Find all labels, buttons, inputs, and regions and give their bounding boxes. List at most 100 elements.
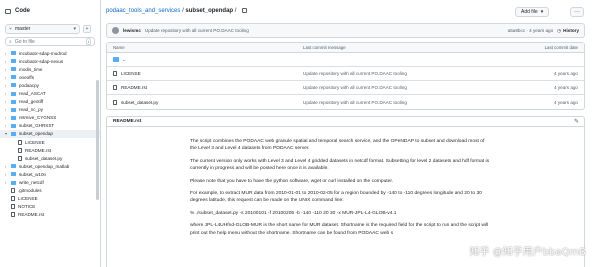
tree-item[interactable]: › incubator-sdap-nexus — [0, 57, 100, 65]
column-header-name: Name — [113, 45, 125, 50]
readme-title[interactable]: README.rst — [113, 119, 141, 124]
file-icon — [11, 204, 15, 210]
tree-item[interactable]: README.rst — [0, 146, 100, 154]
column-header-message: Last commit message — [303, 45, 346, 50]
branch-selector[interactable]: ⑂ master ▾ — [5, 24, 80, 34]
table-row[interactable]: subset_dataset.py Update repository with … — [107, 95, 584, 109]
chevron-right-icon: › — [5, 180, 7, 186]
parent-directory-link[interactable]: .. — [123, 57, 126, 62]
tree-item-label: subset_opendap — [19, 131, 53, 137]
pencil-icon[interactable]: ✎ — [574, 118, 579, 125]
file-name-link[interactable]: README.rst — [121, 85, 147, 90]
breadcrumb-repo-link[interactable]: podaac_tools_and_services — [106, 8, 180, 14]
tree-item[interactable]: LICENSE — [0, 138, 100, 146]
file-icon — [18, 139, 22, 145]
file-commit-message[interactable]: Update repository with all current PO.DA… — [303, 100, 407, 105]
tree-item[interactable]: › write_netcdf — [0, 179, 100, 187]
chevron-right-icon: › — [5, 58, 7, 64]
tree-item-label: subset_opendap_matlab — [19, 163, 70, 169]
table-row[interactable]: LICENSE Update repository with all curren… — [107, 67, 584, 81]
go-to-file-input[interactable]: ⌕ Go to file t — [5, 37, 95, 46]
readme-paragraph: The current version only works with Leve… — [190, 158, 490, 172]
sidebar-scrollbar[interactable] — [96, 80, 99, 200]
folder-icon — [11, 83, 16, 88]
tree-item[interactable]: › retreive_CYGNSS — [0, 114, 100, 122]
folder-icon — [11, 115, 16, 120]
breadcrumb: podaac_tools_and_services / subset_opend… — [106, 8, 248, 15]
file-commit-message[interactable]: Update repository with all current PO.DA… — [303, 85, 407, 90]
tree-item[interactable]: › subset_w10n — [0, 170, 100, 178]
file-list-header: Name Last commit message Last commit dat… — [107, 43, 584, 53]
parent-directory-row[interactable]: .. — [107, 53, 584, 67]
chevron-right-icon: › — [5, 50, 7, 56]
tree-item-label: LICENSE — [18, 196, 38, 202]
tree-item[interactable]: ▾ subset_opendap — [0, 129, 100, 139]
copy-path-icon[interactable] — [242, 8, 248, 13]
readme-paragraph: where JPL-L4UHfnd-GLOB-MUR is the short … — [190, 223, 489, 236]
tree-item[interactable]: README.rst — [0, 211, 100, 219]
tree-item[interactable]: LICENSE — [0, 195, 100, 203]
chevron-right-icon: › — [5, 171, 7, 177]
commit-author[interactable]: lewismc — [123, 28, 141, 33]
tree-item-label: read_ASCAT — [19, 91, 46, 97]
sidebar-toggle-icon[interactable] — [5, 8, 11, 14]
search-icon: ⌕ — [9, 38, 12, 45]
branch-name: master — [15, 26, 31, 32]
tree-item-label: podaacpy — [19, 82, 39, 88]
tree-item[interactable]: NOTICE — [0, 203, 100, 211]
more-options-button[interactable]: ··· — [570, 7, 584, 17]
chevron-down-icon: ▾ — [73, 26, 76, 32]
branch-icon: ⑂ — [9, 26, 13, 32]
tree-item-label: LICENSE — [25, 139, 45, 145]
folder-icon — [11, 59, 16, 64]
tree-item[interactable]: › read_nc_py — [0, 106, 100, 114]
file-name-link[interactable]: subset_dataset.py — [121, 100, 158, 105]
tree-item-label: oneoffs — [19, 74, 34, 80]
tree-item-label: incubator-sdap-nexus — [19, 58, 64, 64]
tree-item-label: README.rst — [18, 212, 45, 218]
breadcrumb-separator: / — [182, 8, 184, 15]
add-file-icon[interactable]: + — [83, 25, 91, 33]
file-list: Name Last commit message Last commit dat… — [106, 42, 585, 110]
chevron-down-icon: ▾ — [5, 131, 8, 137]
tree-item[interactable]: › incubator-sdap-mudrod — [0, 49, 100, 57]
file-commit-message[interactable]: Update repository with all current PO.DA… — [303, 71, 407, 76]
readme-paragraph: For example, to extract MUR data from 20… — [190, 191, 482, 204]
table-row[interactable]: README.rst Update repository with all cur… — [107, 81, 584, 95]
clock-icon: ◷ — [557, 27, 562, 33]
tree-item[interactable]: › read_ASCAT — [0, 89, 100, 97]
folder-icon — [11, 107, 16, 112]
file-name-link[interactable]: LICENSE — [121, 71, 141, 76]
file-icon — [11, 212, 15, 218]
folder-icon — [11, 172, 16, 177]
folder-icon — [11, 51, 16, 56]
tree-item-label: modis_time — [19, 66, 43, 72]
tree-item-label: read_nc_py — [19, 107, 44, 113]
file-tree-sidebar: Code ⑂ master ▾ + ⌕ Go to file t › incuba… — [0, 0, 101, 267]
readme-content: The script combines the PODAAC web granu… — [190, 138, 490, 242]
commit-sha-date[interactable]: a5a9bcc · 4 years ago — [508, 28, 553, 33]
readme-paragraph: The script combines the PODAAC web granu… — [190, 139, 485, 152]
tree-item-label: subset_GHRSST — [19, 123, 55, 129]
tree-item[interactable]: subset_dataset.py — [0, 154, 100, 162]
tree-item[interactable]: › subset_GHRSST — [0, 122, 100, 130]
avatar[interactable] — [112, 27, 119, 34]
chevron-down-icon: ▾ — [540, 9, 544, 15]
tree-item[interactable]: .gitmodules — [0, 187, 100, 195]
tree-item-label: retreive_CYGNSS — [19, 115, 57, 121]
tree-item[interactable]: › modis_time — [0, 65, 100, 73]
file-icon — [18, 147, 22, 153]
chevron-right-icon: › — [5, 115, 7, 121]
watermark: 知乎 @知乎用户bbaQmB — [469, 247, 586, 258]
add-file-button[interactable]: Add file ▾ — [515, 7, 550, 17]
tree-item-label: write_netcdf — [19, 180, 44, 186]
tree-item[interactable]: › oneoffs — [0, 73, 100, 81]
breadcrumb-trailing: / — [234, 8, 237, 15]
history-button[interactable]: ◷ History — [557, 28, 579, 34]
folder-icon — [11, 164, 16, 169]
tree-item[interactable]: › podaacpy — [0, 81, 100, 89]
tree-item[interactable]: › read_geotiff — [0, 98, 100, 106]
tree-item[interactable]: › subset_opendap_matlab — [0, 162, 100, 170]
commit-message[interactable]: Update repository with all current PO.DA… — [145, 28, 249, 33]
tree-item-label: read_geotiff — [19, 99, 44, 105]
